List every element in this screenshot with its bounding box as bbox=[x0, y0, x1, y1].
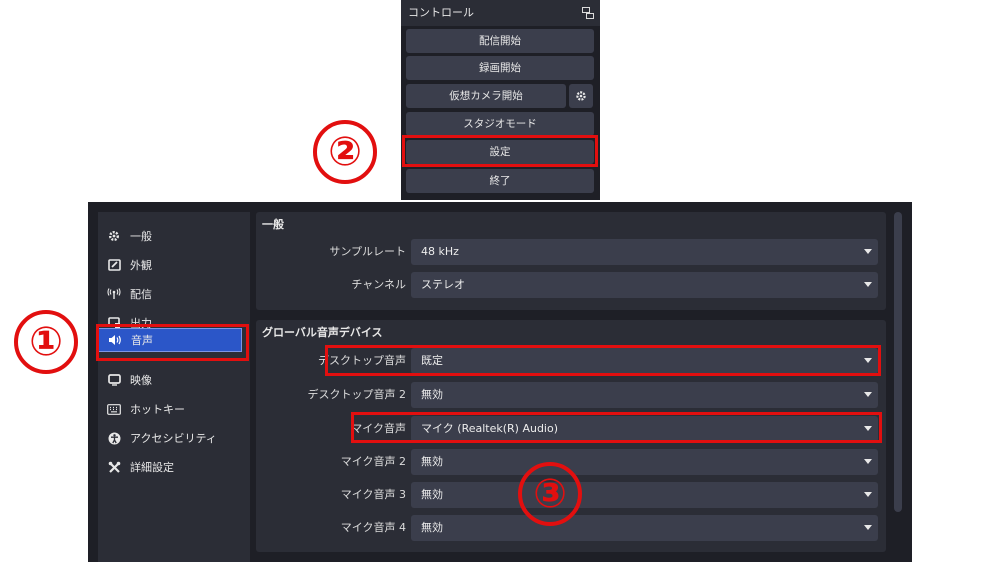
sidebar-item-video[interactable]: 映像 bbox=[106, 368, 250, 392]
chevron-down-icon bbox=[864, 459, 872, 464]
gear-icon bbox=[576, 91, 586, 101]
mic-audio-3-label: マイク音声 3 bbox=[340, 488, 406, 501]
mic-audio-2-value: 無効 bbox=[421, 455, 443, 468]
step-3-marker: ③ bbox=[518, 462, 582, 526]
controls-titlebar: コントロール bbox=[401, 0, 600, 26]
group-title: グローバル音声デバイス bbox=[262, 326, 383, 339]
tools-icon bbox=[106, 459, 122, 475]
start-record-button[interactable]: 録画開始 bbox=[406, 56, 594, 80]
sample-rate-select[interactable]: 48 kHz bbox=[411, 239, 878, 265]
mic-audio-4-label: マイク音声 4 bbox=[340, 521, 406, 534]
chevron-down-icon bbox=[864, 492, 872, 497]
sidebar-item-label: 外観 bbox=[130, 259, 152, 272]
mic-audio-2-select[interactable]: 無効 bbox=[411, 449, 878, 475]
chevron-down-icon bbox=[864, 392, 872, 397]
sidebar-item-label: 一般 bbox=[130, 230, 152, 243]
sidebar-item-hotkeys[interactable]: ホットキー bbox=[106, 397, 250, 421]
channels-row: チャンネル ステレオ bbox=[256, 272, 886, 298]
sidebar-item-appearance[interactable]: 外観 bbox=[106, 253, 250, 277]
sidebar-item-advanced[interactable]: 詳細設定 bbox=[106, 455, 250, 479]
highlight-audio-tab bbox=[96, 324, 249, 361]
sample-rate-row: サンプルレート 48 kHz bbox=[256, 239, 886, 265]
settings-window: 一般 外観 配信 出力 音声 映像 ホットキー アクセシビリティ 詳細設定 一般… bbox=[88, 202, 912, 562]
studio-mode-button[interactable]: スタジオモード bbox=[406, 112, 594, 136]
mic-audio-3-value: 無効 bbox=[421, 488, 443, 501]
desktop-audio-2-label: デスクトップ音声 2 bbox=[307, 388, 407, 401]
virtualcam-config-button[interactable] bbox=[569, 84, 593, 108]
highlight-settings-button bbox=[402, 135, 598, 167]
desktop-audio-2-value: 無効 bbox=[421, 388, 443, 401]
monitor-icon bbox=[106, 372, 122, 388]
sidebar-item-general[interactable]: 一般 bbox=[106, 224, 250, 248]
mic-audio-4-select[interactable]: 無効 bbox=[411, 515, 878, 541]
sidebar-item-label: 詳細設定 bbox=[130, 461, 174, 474]
mic-audio-4-value: 無効 bbox=[421, 521, 443, 534]
channels-value: ステレオ bbox=[421, 278, 465, 291]
channels-label: チャンネル bbox=[351, 278, 406, 291]
mic-audio-4-row: マイク音声 4 無効 bbox=[256, 515, 886, 541]
keyboard-icon bbox=[106, 401, 122, 417]
start-stream-button[interactable]: 配信開始 bbox=[406, 29, 594, 53]
sidebar-item-label: 映像 bbox=[130, 374, 152, 387]
channels-select[interactable]: ステレオ bbox=[411, 272, 878, 298]
sidebar-item-label: アクセシビリティ bbox=[130, 432, 217, 445]
desktop-audio-2-select[interactable]: 無効 bbox=[411, 382, 878, 408]
sidebar-item-accessibility[interactable]: アクセシビリティ bbox=[106, 426, 250, 450]
controls-title: コントロール bbox=[408, 6, 474, 19]
accessibility-icon bbox=[106, 430, 122, 446]
undock-icon[interactable] bbox=[582, 7, 594, 19]
sidebar-item-label: ホットキー bbox=[130, 403, 185, 416]
content-scrollbar[interactable] bbox=[894, 212, 902, 512]
antenna-icon bbox=[106, 286, 122, 302]
step-1-marker: ① bbox=[14, 310, 78, 374]
settings-sidebar: 一般 外観 配信 出力 音声 映像 ホットキー アクセシビリティ 詳細設定 bbox=[98, 212, 250, 562]
sidebar-item-stream[interactable]: 配信 bbox=[106, 282, 250, 306]
chevron-down-icon bbox=[864, 525, 872, 530]
appearance-icon bbox=[106, 257, 122, 273]
general-group: 一般 サンプルレート 48 kHz チャンネル ステレオ bbox=[256, 212, 886, 310]
mic-audio-2-label: マイク音声 2 bbox=[340, 455, 406, 468]
sidebar-item-label: 配信 bbox=[130, 288, 152, 301]
step-2-marker: ② bbox=[313, 120, 377, 184]
sample-rate-label: サンプルレート bbox=[329, 245, 406, 258]
start-virtualcam-button[interactable]: 仮想カメラ開始 bbox=[406, 84, 566, 108]
desktop-audio-2-row: デスクトップ音声 2 無効 bbox=[256, 382, 886, 408]
highlight-mic-audio bbox=[351, 412, 882, 443]
gear-icon bbox=[106, 228, 122, 244]
chevron-down-icon bbox=[864, 282, 872, 287]
highlight-desktop-audio bbox=[325, 345, 881, 376]
group-title: 一般 bbox=[262, 218, 284, 231]
sample-rate-value: 48 kHz bbox=[421, 245, 459, 258]
chevron-down-icon bbox=[864, 249, 872, 254]
mic-audio-3-select[interactable]: 無効 bbox=[411, 482, 878, 508]
exit-button[interactable]: 終了 bbox=[406, 169, 594, 193]
